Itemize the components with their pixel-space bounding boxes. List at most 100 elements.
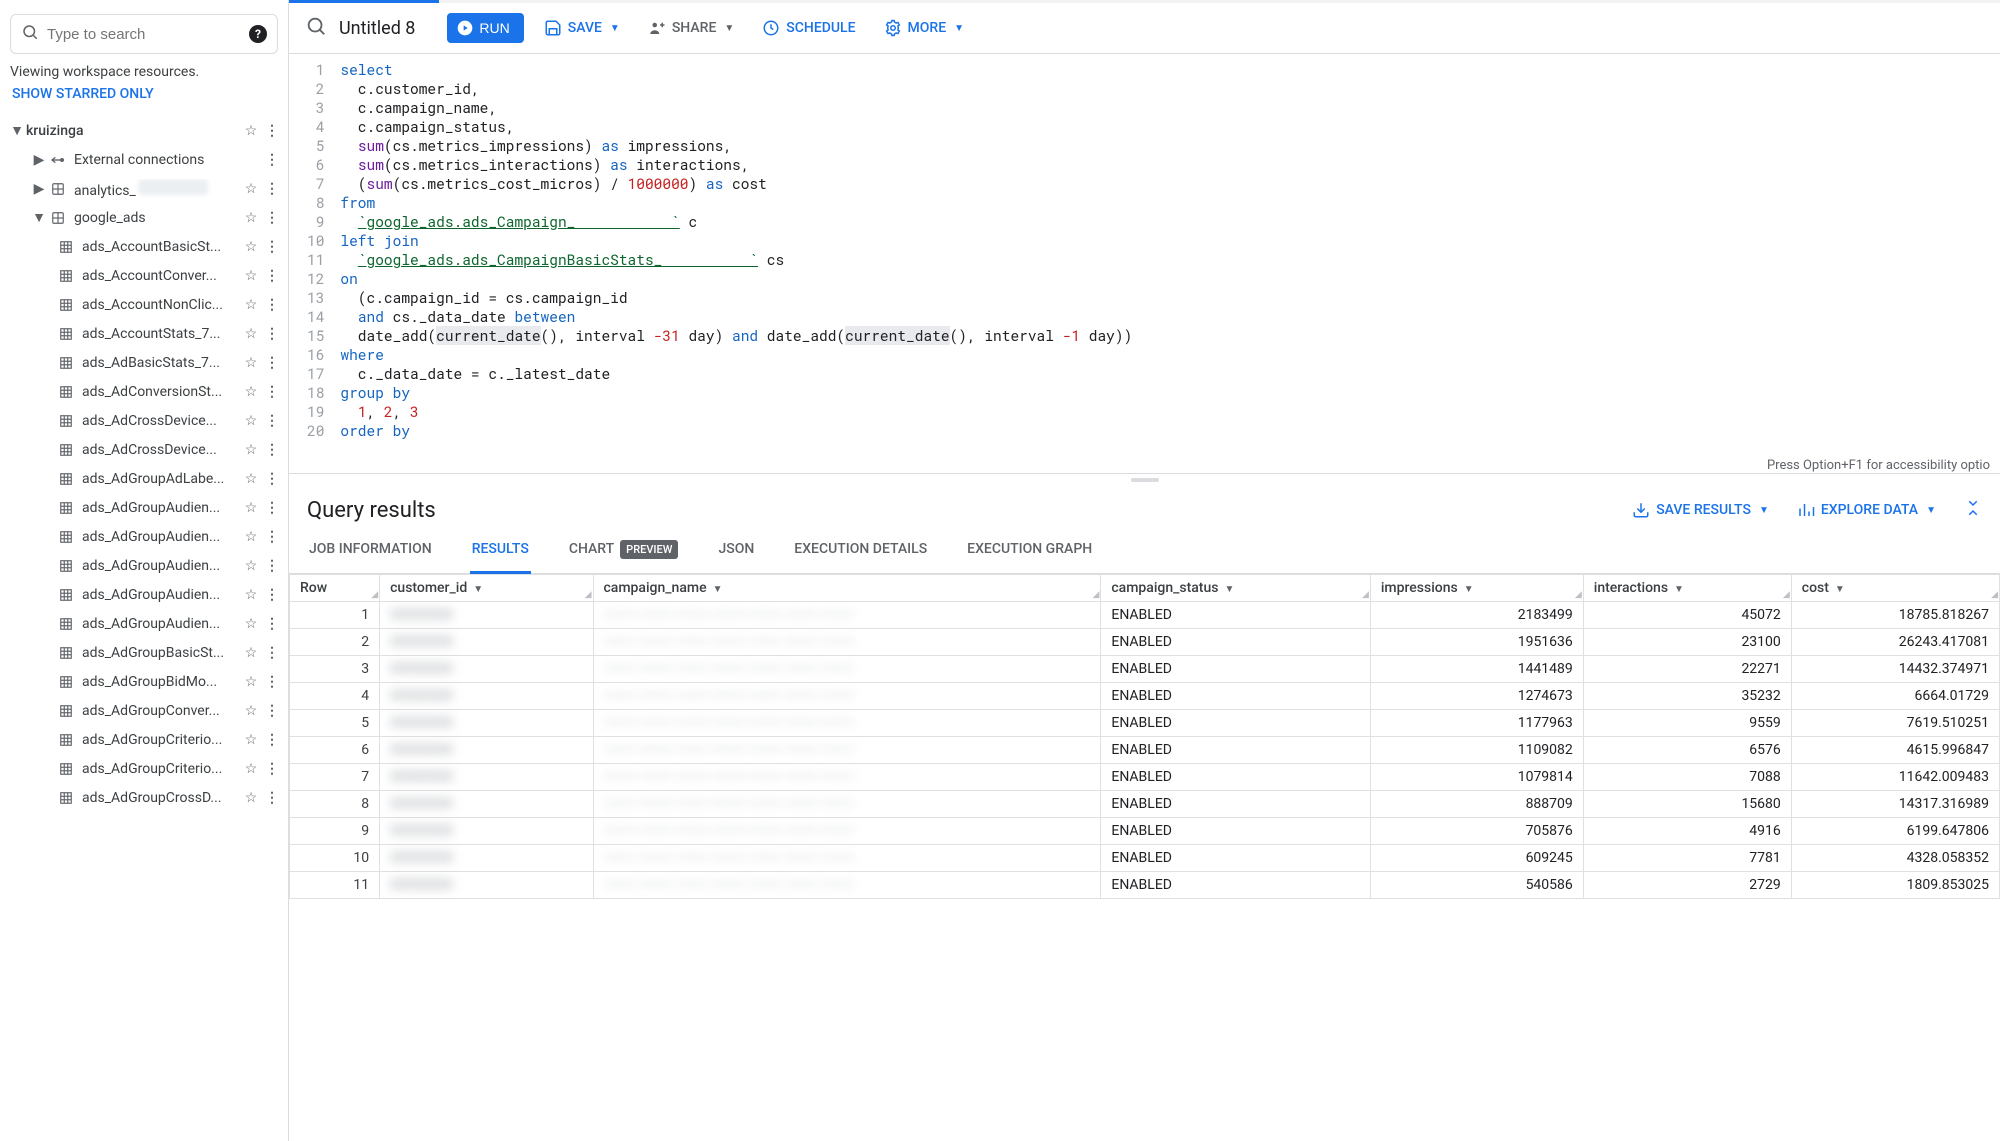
table-node[interactable]: ads_AdCrossDevice...☆⋮ <box>0 435 288 464</box>
table-node[interactable]: ads_AdCrossDevice...☆⋮ <box>0 406 288 435</box>
more-icon[interactable]: ⋮ <box>262 326 282 342</box>
more-icon[interactable]: ⋮ <box>262 210 282 226</box>
query-title[interactable]: Untitled 8 <box>339 18 415 39</box>
table-node[interactable]: ads_AdGroupAudien...☆⋮ <box>0 522 288 551</box>
dataset-analytics-node[interactable]: ▶ analytics_ ☆ ⋮ <box>0 174 288 203</box>
table-row[interactable]: 1000000000——— ——— ——— ——— ——— ——— ———ENA… <box>290 845 2000 872</box>
tab-results[interactable]: RESULTS <box>470 529 531 574</box>
sql-editor[interactable]: 1234567891011121314151617181920 select c… <box>289 54 2000 460</box>
chevron-down-icon[interactable]: ▼ <box>30 209 48 226</box>
share-button[interactable]: SHARE▼ <box>640 13 742 43</box>
more-icon[interactable]: ⋮ <box>262 761 282 777</box>
table-node[interactable]: ads_AccountConver...☆⋮ <box>0 261 288 290</box>
star-icon[interactable]: ☆ <box>240 123 262 139</box>
tab-chart[interactable]: CHARTPREVIEW <box>567 529 681 573</box>
chevron-right-icon[interactable]: ▶ <box>30 152 48 168</box>
star-icon[interactable]: ☆ <box>240 297 262 313</box>
more-icon[interactable]: ⋮ <box>262 239 282 255</box>
tab-execution-details[interactable]: EXECUTION DETAILS <box>792 529 929 573</box>
star-icon[interactable]: ☆ <box>240 384 262 400</box>
more-icon[interactable]: ⋮ <box>262 152 282 168</box>
more-icon[interactable]: ⋮ <box>262 384 282 400</box>
table-row[interactable]: 1100000000——— ——— ——— ——— ——— ——— ———ENA… <box>290 872 2000 899</box>
help-icon[interactable]: ? <box>249 25 267 43</box>
table-node[interactable]: ads_AdBasicStats_7...☆⋮ <box>0 348 288 377</box>
star-icon[interactable]: ☆ <box>240 268 262 284</box>
column-header[interactable]: customer_id▼◢ <box>380 575 593 602</box>
external-connections-node[interactable]: ▶ External connections ⋮ <box>0 145 288 174</box>
more-icon[interactable]: ⋮ <box>262 703 282 719</box>
tab-json[interactable]: JSON <box>716 529 756 573</box>
table-node[interactable]: ads_AdGroupAdLabe...☆⋮ <box>0 464 288 493</box>
table-node[interactable]: ads_AdGroupConver...☆⋮ <box>0 696 288 725</box>
dataset-google-ads-node[interactable]: ▼ google_ads ☆ ⋮ <box>0 203 288 232</box>
save-results-button[interactable]: SAVE RESULTS▼ <box>1632 497 1769 523</box>
more-icon[interactable]: ⋮ <box>262 297 282 313</box>
save-button[interactable]: SAVE▼ <box>536 13 628 43</box>
column-header[interactable]: interactions▼◢ <box>1583 575 1791 602</box>
run-button[interactable]: RUN <box>447 13 523 43</box>
show-starred-button[interactable]: SHOW STARRED ONLY <box>0 80 288 116</box>
table-node[interactable]: ads_AdGroupCriterio...☆⋮ <box>0 725 288 754</box>
table-node[interactable]: ads_AccountBasicSt...☆⋮ <box>0 232 288 261</box>
more-icon[interactable]: ⋮ <box>262 471 282 487</box>
more-icon[interactable]: ⋮ <box>262 732 282 748</box>
table-node[interactable]: ads_AccountNonClic...☆⋮ <box>0 290 288 319</box>
tab-job-information[interactable]: JOB INFORMATION <box>307 529 434 573</box>
star-icon[interactable]: ☆ <box>240 239 262 255</box>
table-row[interactable]: 100000000——— ——— ——— ——— ——— ——— ———ENAB… <box>290 602 2000 629</box>
table-node[interactable]: ads_AdConversionSt...☆⋮ <box>0 377 288 406</box>
star-icon[interactable]: ☆ <box>240 761 262 777</box>
star-icon[interactable]: ☆ <box>240 645 262 661</box>
project-node[interactable]: ▼ kruizinga ☆ ⋮ <box>0 116 288 145</box>
table-node[interactable]: ads_AccountStats_7...☆⋮ <box>0 319 288 348</box>
more-icon[interactable]: ⋮ <box>262 674 282 690</box>
star-icon[interactable]: ☆ <box>240 674 262 690</box>
more-icon[interactable]: ⋮ <box>262 616 282 632</box>
star-icon[interactable]: ☆ <box>240 703 262 719</box>
search-input[interactable] <box>47 26 249 43</box>
table-row[interactable]: 300000000——— ——— ——— ——— ——— ——— ———ENAB… <box>290 656 2000 683</box>
star-icon[interactable]: ☆ <box>240 790 262 806</box>
column-header[interactable]: campaign_status▼◢ <box>1101 575 1371 602</box>
table-node[interactable]: ads_AdGroupCriterio...☆⋮ <box>0 754 288 783</box>
star-icon[interactable]: ☆ <box>240 558 262 574</box>
chevron-right-icon[interactable]: ▶ <box>30 181 48 197</box>
more-icon[interactable]: ⋮ <box>262 558 282 574</box>
more-icon[interactable]: ⋮ <box>262 123 282 139</box>
column-header[interactable]: impressions▼◢ <box>1370 575 1583 602</box>
expand-icon[interactable] <box>1964 499 1982 521</box>
star-icon[interactable]: ☆ <box>240 326 262 342</box>
star-icon[interactable]: ☆ <box>240 587 262 603</box>
more-icon[interactable]: ⋮ <box>262 268 282 284</box>
table-node[interactable]: ads_AdGroupBasicSt...☆⋮ <box>0 638 288 667</box>
table-row[interactable]: 500000000——— ——— ——— ——— ——— ——— ———ENAB… <box>290 710 2000 737</box>
chevron-down-icon[interactable]: ▼ <box>8 122 26 139</box>
table-row[interactable]: 700000000——— ——— ——— ——— ——— ——— ———ENAB… <box>290 764 2000 791</box>
table-node[interactable]: ads_AdGroupBidMo...☆⋮ <box>0 667 288 696</box>
more-icon[interactable]: ⋮ <box>262 587 282 603</box>
search-box[interactable]: ? <box>10 14 278 54</box>
more-icon[interactable]: ⋮ <box>262 500 282 516</box>
resize-handle[interactable] <box>289 473 2000 485</box>
more-icon[interactable]: ⋮ <box>262 645 282 661</box>
table-node[interactable]: ads_AdGroupAudien...☆⋮ <box>0 609 288 638</box>
table-row[interactable]: 800000000——— ——— ——— ——— ——— ——— ———ENAB… <box>290 791 2000 818</box>
more-icon[interactable]: ⋮ <box>262 529 282 545</box>
star-icon[interactable]: ☆ <box>240 500 262 516</box>
more-icon[interactable]: ⋮ <box>262 413 282 429</box>
more-icon[interactable]: ⋮ <box>262 181 282 197</box>
star-icon[interactable]: ☆ <box>240 529 262 545</box>
star-icon[interactable]: ☆ <box>240 442 262 458</box>
column-header[interactable]: Row◢ <box>290 575 380 602</box>
table-row[interactable]: 200000000——— ——— ——— ——— ——— ——— ———ENAB… <box>290 629 2000 656</box>
star-icon[interactable]: ☆ <box>240 210 262 226</box>
table-node[interactable]: ads_AdGroupAudien...☆⋮ <box>0 493 288 522</box>
more-icon[interactable]: ⋮ <box>262 442 282 458</box>
star-icon[interactable]: ☆ <box>240 413 262 429</box>
explore-data-button[interactable]: EXPLORE DATA▼ <box>1797 497 1936 523</box>
column-header[interactable]: cost▼◢ <box>1791 575 1999 602</box>
more-button[interactable]: MORE▼ <box>876 13 973 43</box>
more-icon[interactable]: ⋮ <box>262 790 282 806</box>
star-icon[interactable]: ☆ <box>240 732 262 748</box>
